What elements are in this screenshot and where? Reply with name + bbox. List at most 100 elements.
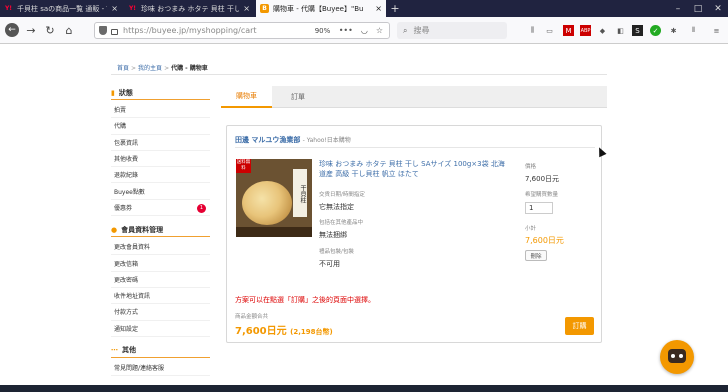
sidebar-icon[interactable]: ▭ (544, 25, 555, 36)
sidebar-item-payment[interactable]: 付款方式 (111, 304, 210, 321)
tracking-shield-icon[interactable] (99, 26, 107, 35)
close-tab-icon[interactable]: × (243, 4, 250, 13)
browser-tab-bar: Y! 千貝柱 saの商品一覧 通販 - Ya × Y! 珍味 おつまみ ホタテ … (0, 0, 728, 17)
browser-tab-1[interactable]: Y! 千貝柱 saの商品一覧 通販 - Ya × (0, 0, 122, 17)
product-image[interactable]: 送料無料 干貝柱 (236, 159, 312, 237)
extension-icon[interactable]: M (563, 25, 574, 36)
delivery-option-value: 它無法指定 (319, 203, 354, 211)
os-taskbar (0, 385, 728, 392)
tab-title: 千貝柱 saの商品一覧 通販 - Ya (17, 4, 108, 13)
total-jpy: 7,600日元 (235, 326, 287, 337)
dots-icon: ⋯ (111, 346, 118, 355)
back-button[interactable]: ← (5, 23, 19, 37)
tab-title: 珍味 おつまみ ホタテ 貝柱 干し (141, 4, 240, 13)
sidebar-item-address[interactable]: 收件地址資訊 (111, 288, 210, 305)
checkmark-icon[interactable]: ✓ (650, 25, 661, 36)
browser-toolbar: ← → ↻ ⌂ https://buyee.jp/myshopping/cart… (0, 17, 728, 44)
home-button[interactable]: ⌂ (62, 23, 76, 37)
browser-tab-2[interactable]: Y! 珍味 おつまみ ホタテ 貝柱 干し × (124, 0, 254, 17)
url-text[interactable]: https://buyee.jp/myshopping/cart (123, 26, 315, 35)
adblock-icon[interactable]: ABP (580, 25, 591, 36)
search-icon: ⌕ (403, 25, 408, 35)
sidebar-heading-status: ▮ 狀態 (111, 86, 210, 100)
robot-icon (668, 349, 686, 363)
breadcrumb-home[interactable]: 首頁 (117, 65, 129, 72)
total-value: 7,600日元 (2,198台幣) (235, 322, 333, 337)
sidebar-item-edit-email[interactable]: 更改信箱 (111, 255, 210, 272)
subtotal-value: 7,600日元 (525, 236, 564, 245)
close-window-icon[interactable]: ✕ (708, 0, 728, 17)
browser-tab-3-active[interactable]: B 購物車 - 代購【Buyee】"Bu × (256, 0, 386, 17)
robot-eye (679, 354, 683, 358)
sidebar-item-refunds[interactable]: 退款紀錄 (111, 167, 210, 184)
close-tab-icon[interactable]: × (375, 4, 382, 13)
account-sidebar: ▮ 狀態 拍賣 代購 包裹資訊 其他收費 退款紀錄 Buyee點數 優惠券 1 … (111, 86, 210, 377)
coupon-count-badge: 1 (197, 203, 206, 213)
store-source: - Yahoo!日本購物 (302, 137, 351, 144)
subtotal-label: 小計 (525, 226, 537, 232)
sidebar-item-coupons[interactable]: 優惠券 1 (111, 200, 210, 217)
shield-icon[interactable]: ◆ (597, 25, 608, 36)
robot-eye (671, 354, 675, 358)
user-icon: ● (111, 225, 118, 234)
sidebar-item-package[interactable]: 包裹資訊 (111, 135, 210, 151)
price-value: 7,600日元 (525, 175, 560, 183)
pocket-icon[interactable]: ◡ (361, 26, 368, 35)
page-actions-icon[interactable]: ••• (339, 26, 353, 35)
maximize-icon[interactable]: □ (688, 0, 708, 17)
plan-notice: 方案可以在點選「訂購」之後的頁面中選擇。 (235, 296, 375, 304)
minimize-icon[interactable]: – (668, 0, 688, 17)
delete-button[interactable]: 刪除 (525, 250, 547, 261)
tab-orders[interactable]: 訂單 (272, 86, 324, 108)
sidebar-item-points[interactable]: Buyee點數 (111, 183, 210, 200)
new-tab-button[interactable]: + (388, 0, 402, 17)
breadcrumb-mypage[interactable]: 我的主頁 (138, 65, 162, 72)
yahoo-icon: Y! (128, 5, 137, 12)
bundle-option-value: 無法捆綁 (319, 231, 347, 239)
address-bar[interactable]: https://buyee.jp/myshopping/cart 90% •••… (94, 22, 390, 39)
total-label: 商品金額合共 (235, 314, 269, 320)
sidebar-item-edit-password[interactable]: 更改密碼 (111, 272, 210, 288)
order-button[interactable]: 訂購 (565, 317, 594, 335)
store-header: 田邊 マルユウ漁業部 - Yahoo!日本購物 (235, 135, 351, 145)
bundle-option-label: 包括在其他產品中 (319, 220, 364, 226)
search-input[interactable]: ⌕ 搜尋 (397, 22, 507, 39)
bookmark-star-icon[interactable]: ☆ (376, 26, 383, 35)
close-tab-icon[interactable]: × (111, 4, 118, 13)
store-name-link[interactable]: 田邊 マルユウ漁業部 (235, 136, 300, 144)
screenshot-icon[interactable]: ◧ (615, 25, 626, 36)
menu-icon[interactable]: ≡ (711, 25, 722, 36)
extension-s-icon[interactable]: S (632, 25, 643, 36)
sidebar-item-other-fees[interactable]: 其他收費 (111, 151, 210, 168)
sidebar-item-faq[interactable]: 常見問題/連絡客服 (111, 360, 210, 377)
reload-button[interactable]: ↻ (43, 23, 57, 37)
tab-title: 購物車 - 代購【Buyee】"Bu (273, 4, 364, 13)
library-icon[interactable]: ⫼ (527, 25, 538, 36)
cart-item-card: 田邊 マルユウ漁業部 - Yahoo!日本購物 送料無料 干貝柱 珍味 おつまみ… (226, 125, 602, 343)
zoom-level[interactable]: 90% (315, 27, 339, 35)
gift-option-value: 不可用 (319, 260, 340, 268)
puzzle-icon[interactable]: ✱ (668, 25, 679, 36)
image-strip (236, 227, 312, 237)
yahoo-icon: Y! (4, 5, 13, 12)
forward-button[interactable]: → (24, 23, 38, 37)
quantity-input[interactable]: 1 (525, 202, 553, 214)
chat-bot-button[interactable] (660, 340, 694, 374)
sidebar-item-auction[interactable]: 拍賣 (111, 102, 210, 119)
sidebar-heading-other: ⋯ 其他 (111, 344, 210, 358)
breadcrumb-current: 代購 - 購物車 (171, 65, 208, 72)
buyee-icon: B (260, 4, 269, 13)
lock-icon[interactable] (111, 28, 118, 35)
sidebar-item-proxy[interactable]: 代購 (111, 118, 210, 135)
tab-cart[interactable]: 購物車 (221, 86, 272, 108)
sidebar-item-edit-profile[interactable]: 更改會員資料 (111, 239, 210, 256)
sidebar-item-label: 優惠券 (114, 204, 133, 212)
price-label: 價格 (525, 164, 537, 170)
divider (235, 147, 595, 148)
total-twd: (2,198台幣) (290, 328, 333, 336)
gift-option-label: 禮品包裝/包裝 (319, 249, 354, 255)
product-label: 干貝柱 (293, 169, 307, 217)
bars-icon[interactable]: ⫴ (688, 25, 699, 36)
product-title-link[interactable]: 珍味 おつまみ ホタテ 貝柱 干し SAサイズ 100g×3袋 北海道産 高級 … (319, 159, 509, 179)
sidebar-item-notifications[interactable]: 通知設定 (111, 321, 210, 337)
